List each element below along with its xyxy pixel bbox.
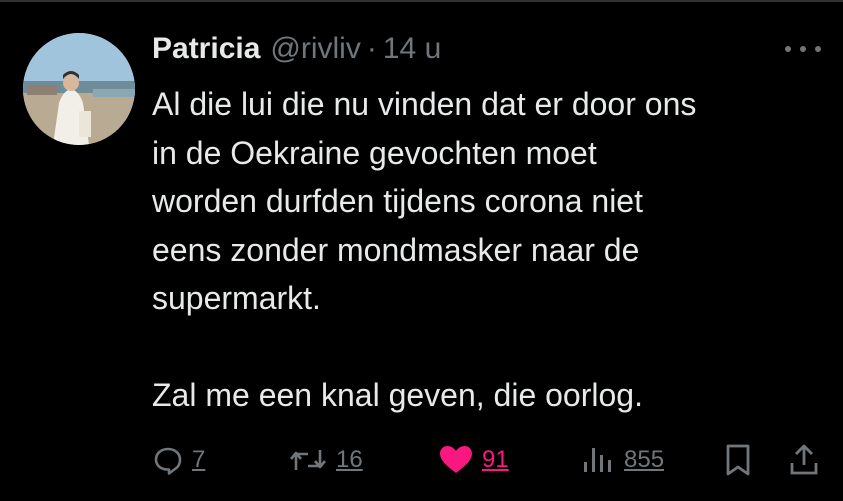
bookmark-icon [722,443,754,477]
author-name[interactable]: Patricia [152,32,260,66]
views-button[interactable]: 855 [580,440,664,480]
tweet[interactable]: Patricia @rivliv · 14 u Al die lui die n… [0,0,843,501]
more-dots-icon[interactable] [785,40,821,58]
like-count: 91 [482,446,509,473]
share-button[interactable] [788,440,820,480]
like-button[interactable]: 91 [438,440,509,480]
repost-button[interactable]: 16 [288,440,363,480]
avatar[interactable] [23,33,135,145]
action-bar: 7 16 91 855 [152,440,822,480]
repost-count: 16 [336,446,363,473]
tweet-text: Al die lui die nu vinden dat er door ons… [152,86,697,413]
timestamp[interactable]: 14 u [383,32,441,66]
author-handle[interactable]: @rivliv [270,32,360,66]
divider [0,0,843,2]
bookmark-button[interactable] [722,440,754,480]
reply-bubble-icon [152,444,184,476]
view-count: 855 [624,446,665,473]
views-bars-icon [580,444,616,476]
reply-button[interactable]: 7 [152,440,205,480]
separator-dot: · [366,32,377,65]
repost-arrows-icon [288,444,328,476]
share-upload-icon [788,443,820,477]
tweet-header: Patricia @rivliv · 14 u [152,32,441,72]
reply-count: 7 [192,446,206,473]
heart-filled-icon [438,444,474,476]
